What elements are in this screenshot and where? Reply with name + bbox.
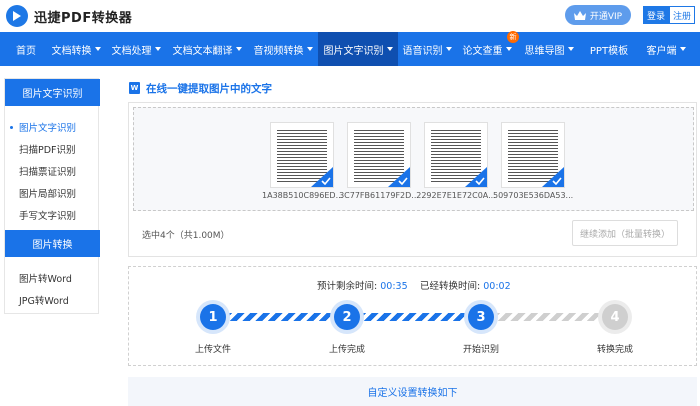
custom-settings-bar[interactable]: 自定义设置转换如下 [128,377,697,406]
vip-label: 开通VIP [589,11,623,22]
elapsed-time-value: 00:02 [483,281,511,292]
caret-down-icon [679,47,686,51]
app-title: 迅捷PDF转换器 [34,11,133,26]
login-button[interactable]: 登录 [643,6,669,24]
sidebar-item-jpg-to-word[interactable]: JPG转Word [19,293,69,307]
file-name: 2292E7E1E72C0A... [416,191,496,200]
caret-down-icon [94,47,101,51]
nav-item-translate[interactable]: 文档文本翻译 [166,32,248,66]
nav-item-home[interactable]: 首页 [6,32,46,66]
document-preview [508,128,558,182]
nav-item-doc-convert[interactable]: 文档转换 [46,32,106,66]
file-name: 1A38B510C896ED... [262,191,344,200]
nav-item-voice-recognition[interactable]: 语音识别 [398,32,456,66]
file-thumbnail[interactable] [270,122,334,188]
document-preview [277,128,327,182]
file-dropzone[interactable]: 1A38B510C896ED... 3C77FB61179F2D... 2292… [133,107,694,211]
file-thumbnail[interactable] [424,122,488,188]
step-4: 4 [598,300,632,334]
continue-add-button[interactable]: 继续添加（批量转换） [572,220,678,246]
upload-panel: 1A38B510C896ED... 3C77FB61179F2D... 2292… [128,102,697,257]
sidebar-item-scan-pdf[interactable]: 扫描PDF识别 [19,142,76,156]
document-preview [431,128,481,182]
top-bar: 迅捷PDF转换器 开通VIP 登录 注册 [0,0,700,32]
sidebar-item-partial-ocr[interactable]: 图片局部识别 [19,186,76,200]
file-name: 3C77FB61179F2D... [339,191,419,200]
sidebar-item-image-to-word[interactable]: 图片转Word [19,271,72,285]
crown-icon [573,10,586,20]
document-preview [354,128,404,182]
remaining-time-value: 00:35 [380,281,408,292]
progress-track-1 [225,313,347,321]
remaining-time: 预计剩余时间: 00:35 [317,281,408,292]
sidebar-section-ocr-title: 图片文字识别 [5,79,100,106]
caret-down-icon [235,47,242,51]
register-button[interactable]: 注册 [669,6,695,24]
vip-button[interactable]: 开通VIP [565,5,631,25]
nav-item-image-ocr[interactable]: 图片文字识别 [318,32,398,66]
progress-track-2 [359,313,481,321]
caret-down-icon [505,47,512,51]
step-label-4: 转换完成 [596,345,633,355]
file-thumbnail[interactable] [501,122,565,188]
nav-item-av-convert[interactable]: 音视频转换 [248,32,318,66]
caret-down-icon [445,47,452,51]
nav-item-client[interactable]: 客户端 [638,32,694,66]
sidebar-section-image-convert-title: 图片转换 [5,230,100,257]
page-title: 在线一键提取图片中的文字 [146,83,272,95]
caret-down-icon [306,47,313,51]
sidebar-item-handwriting[interactable]: 手写文字识别 [19,208,76,222]
caret-down-icon [386,47,393,51]
step-2: 2 [330,300,364,334]
nav-item-doc-process[interactable]: 文档处理 [106,32,166,66]
step-label-1: 上传文件 [194,345,231,355]
elapsed-time: 已经转换时间: 00:02 [420,281,511,292]
app-logo-icon [6,5,28,27]
nav-item-paper-check[interactable]: 论文查重新 [456,31,519,66]
step-3: 3 [464,300,498,334]
caret-down-icon [154,47,161,51]
caret-down-icon [567,47,574,51]
file-thumbnail[interactable] [347,122,411,188]
progress-panel: 预计剩余时间: 00:35 已经转换时间: 00:02 1 2 3 4 上传文件… [128,266,697,366]
nav-item-mindmap[interactable]: 思维导图 [518,32,580,66]
selected-count: 选中4个（共1.00M） [142,231,230,241]
nav-item-ppt[interactable]: PPT模板 [580,32,638,66]
word-icon: W [129,82,140,94]
active-dot-icon [10,126,13,129]
sidebar: 图片文字识别 图片文字识别 扫描PDF识别 扫描票证识别 图片局部识别 手写文字… [4,78,100,314]
sidebar-item-image-ocr[interactable]: 图片文字识别 [19,120,76,134]
progress-track-3 [493,313,615,321]
step-label-2: 上传完成 [328,345,365,355]
main-nav: 首页 文档转换 文档处理 文档文本翻译 音视频转换 图片文字识别 语音识别 论文… [0,31,700,66]
file-name: 509703E536DA53... [493,191,574,200]
step-label-3: 开始识别 [462,345,499,355]
sidebar-item-scan-ticket[interactable]: 扫描票证识别 [19,164,76,178]
step-1: 1 [196,300,230,334]
